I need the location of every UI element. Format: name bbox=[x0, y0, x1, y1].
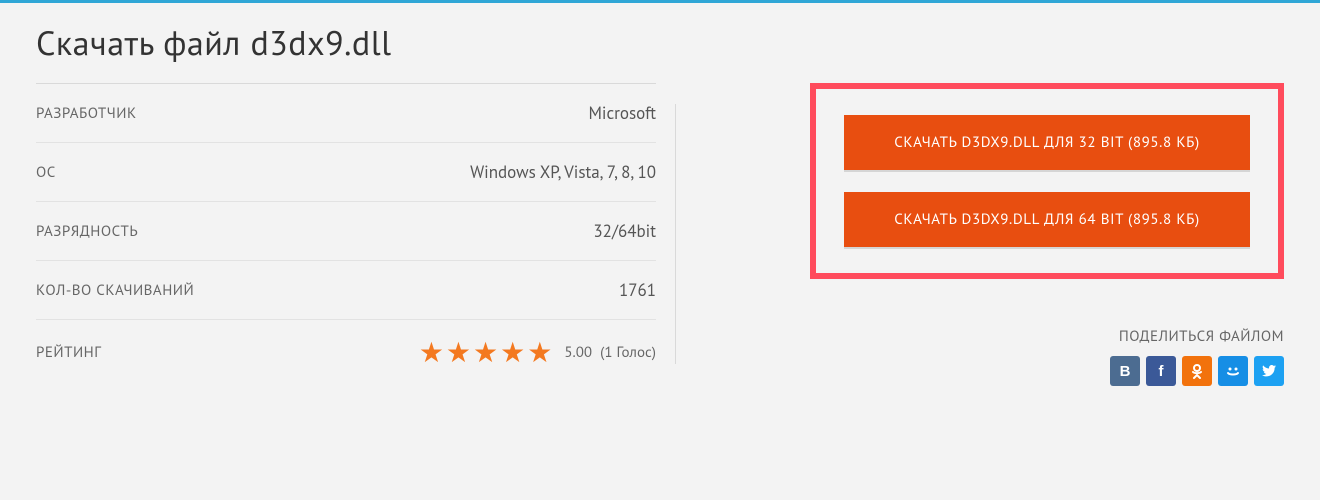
share-twitter-icon[interactable] bbox=[1254, 356, 1284, 386]
developer-value: Microsoft bbox=[588, 102, 656, 124]
row-bitness: РАЗРЯДНОСТЬ 32/64bit bbox=[36, 202, 656, 261]
developer-label: РАЗРАБОТЧИК bbox=[36, 104, 137, 123]
rating-stars[interactable]: ★ ★ ★ ★ ★ bbox=[419, 338, 553, 366]
twitter-glyph-icon bbox=[1261, 363, 1277, 379]
star-icon: ★ bbox=[419, 338, 444, 366]
rating-votes: (1 Голос) bbox=[600, 343, 656, 362]
os-label: ОС bbox=[36, 163, 56, 182]
share-block: ПОДЕЛИТЬСЯ ФАЙЛОМ B f bbox=[1110, 327, 1284, 386]
mailru-glyph-icon bbox=[1224, 362, 1242, 380]
download-64bit-button[interactable]: СКАЧАТЬ D3DX9.DLL ДЛЯ 64 BIT (895.8 КБ) bbox=[844, 192, 1250, 247]
star-icon: ★ bbox=[446, 338, 471, 366]
bitness-label: РАЗРЯДНОСТЬ bbox=[36, 222, 138, 241]
star-icon: ★ bbox=[500, 338, 525, 366]
share-facebook-icon[interactable]: f bbox=[1146, 356, 1176, 386]
downloads-label: КОЛ-ВО СКАЧИВАНИЙ bbox=[36, 281, 194, 300]
share-title: ПОДЕЛИТЬСЯ ФАЙЛОМ bbox=[1110, 327, 1284, 346]
download-32bit-button[interactable]: СКАЧАТЬ D3DX9.DLL ДЛЯ 32 BIT (895.8 КБ) bbox=[844, 115, 1250, 170]
os-value: Windows XP, Vista, 7, 8, 10 bbox=[470, 161, 656, 183]
row-downloads: КОЛ-ВО СКАЧИВАНИЙ 1761 bbox=[36, 261, 656, 320]
rating-label: РЕЙТИНГ bbox=[36, 343, 101, 362]
rating-score: 5.00 bbox=[564, 343, 592, 362]
share-vk-icon[interactable]: B bbox=[1110, 356, 1140, 386]
download-box: СКАЧАТЬ D3DX9.DLL ДЛЯ 32 BIT (895.8 КБ) … bbox=[810, 83, 1284, 279]
row-os: ОС Windows XP, Vista, 7, 8, 10 bbox=[36, 143, 656, 202]
star-icon: ★ bbox=[527, 338, 552, 366]
star-icon: ★ bbox=[473, 338, 498, 366]
share-ok-icon[interactable] bbox=[1182, 356, 1212, 386]
row-rating: РЕЙТИНГ ★ ★ ★ ★ ★ 5.00 (1 Голос) bbox=[36, 320, 656, 384]
ok-glyph-icon bbox=[1189, 363, 1205, 379]
downloads-value: 1761 bbox=[619, 279, 656, 301]
details-table: РАЗРАБОТЧИК Microsoft ОС Windows XP, Vis… bbox=[36, 83, 656, 384]
bitness-value: 32/64bit bbox=[593, 220, 656, 242]
row-developer: РАЗРАБОТЧИК Microsoft bbox=[36, 84, 656, 143]
share-mailru-icon[interactable] bbox=[1218, 356, 1248, 386]
page-title: Скачать файл d3dx9.dll bbox=[36, 21, 1284, 65]
